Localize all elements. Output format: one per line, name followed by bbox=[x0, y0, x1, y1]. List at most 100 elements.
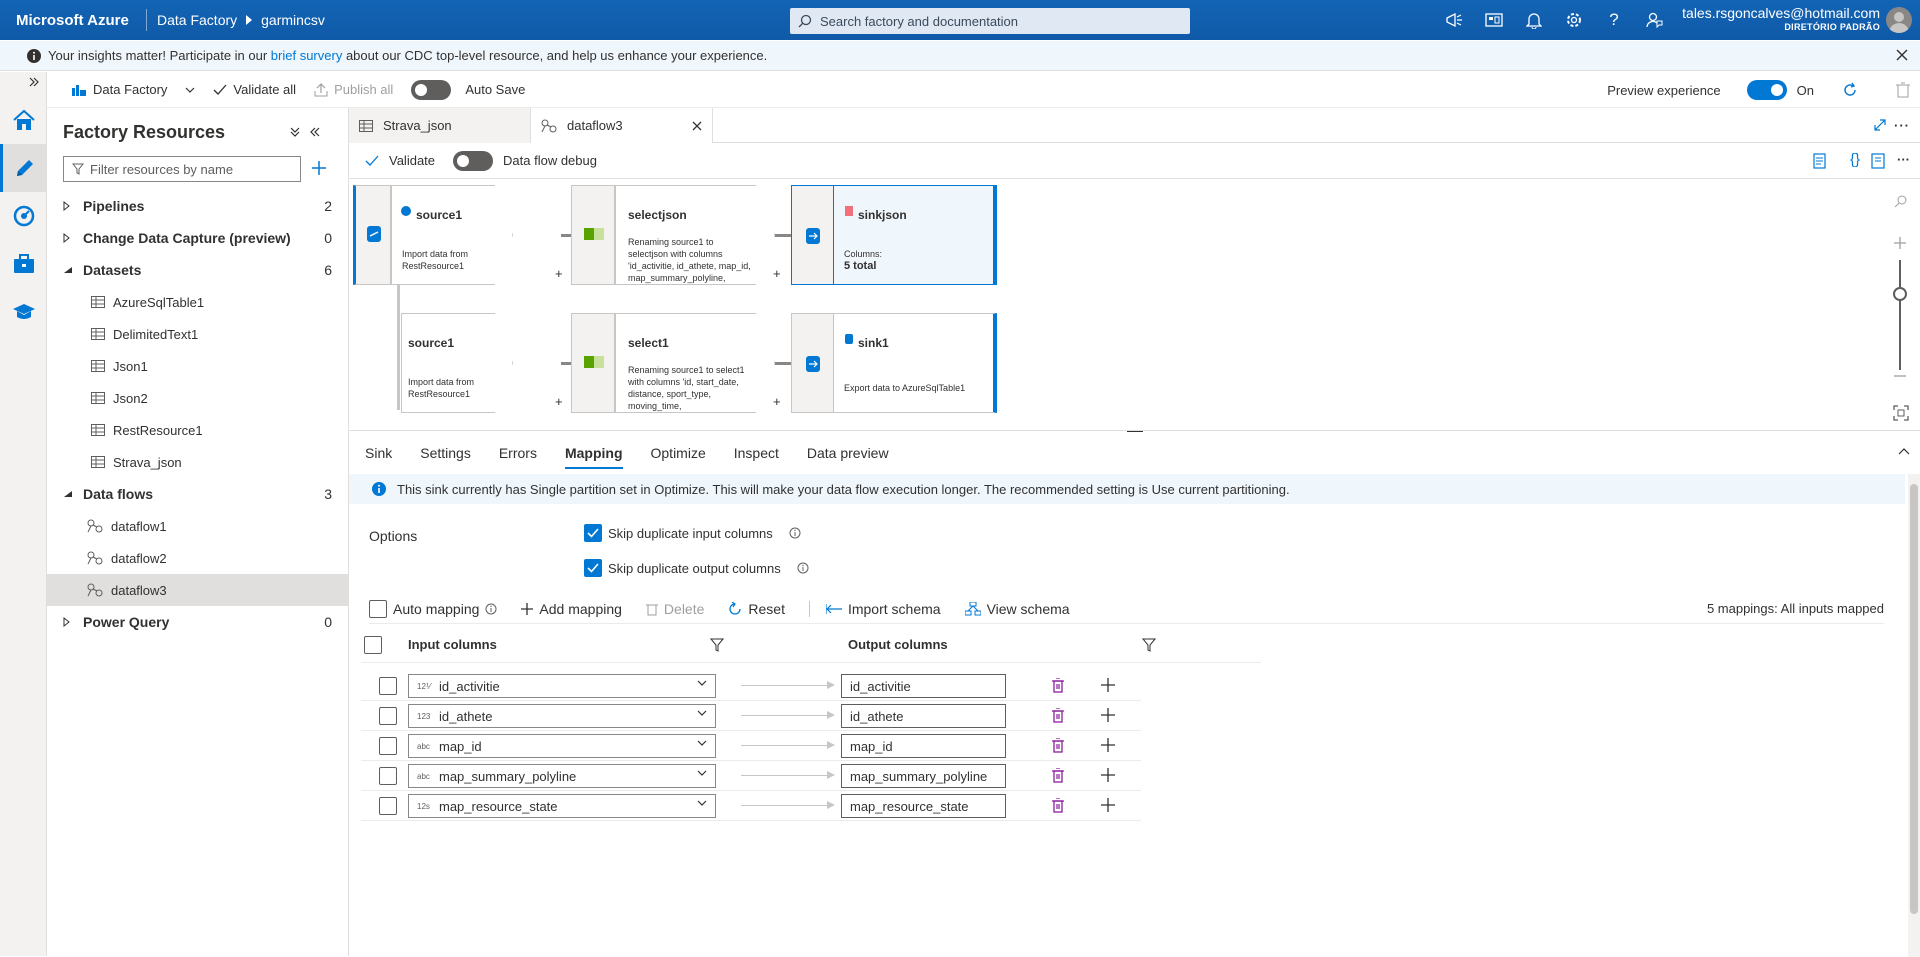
manage-toolbox-icon[interactable] bbox=[0, 240, 47, 288]
add-mapping-button[interactable]: Add mapping bbox=[521, 601, 622, 617]
delete-button[interactable]: Delete bbox=[645, 601, 704, 617]
breadcrumb-factory[interactable]: garmincsv bbox=[261, 12, 325, 28]
zoom-search-icon[interactable] bbox=[1894, 194, 1908, 208]
trash-icon[interactable] bbox=[1052, 678, 1064, 693]
plus-icon[interactable] bbox=[1101, 738, 1115, 752]
zoom-in-icon[interactable] bbox=[1893, 236, 1907, 250]
collapse-pane-icon[interactable] bbox=[310, 127, 320, 137]
selectjson-node[interactable]: selectjson Renaming source1 to selectjso… bbox=[615, 185, 775, 285]
source1-node[interactable]: source1 Import data from RestResource1 bbox=[391, 185, 513, 285]
auto-mapping-checkbox[interactable] bbox=[369, 599, 387, 618]
monitor-icon[interactable] bbox=[0, 192, 47, 240]
trash-icon[interactable] bbox=[1052, 768, 1064, 783]
tab-settings[interactable]: Settings bbox=[420, 445, 471, 469]
add-step-icon[interactable]: + bbox=[773, 394, 781, 409]
brand-label[interactable]: Microsoft Azure bbox=[0, 12, 146, 29]
tree-group-power-query[interactable]: Power Query 0 bbox=[47, 606, 348, 638]
tab-errors[interactable]: Errors bbox=[499, 445, 537, 469]
row-checkbox[interactable] bbox=[379, 737, 397, 755]
scrollbar-thumb[interactable] bbox=[1910, 484, 1918, 914]
collapse-panel-icon[interactable] bbox=[1898, 447, 1910, 455]
add-step-icon[interactable]: + bbox=[773, 266, 781, 281]
filter-icon[interactable] bbox=[1142, 638, 1156, 652]
properties-icon[interactable] bbox=[1870, 153, 1886, 169]
select-all-checkbox[interactable] bbox=[364, 635, 382, 654]
filter-icon[interactable] bbox=[710, 638, 724, 652]
select-handle[interactable] bbox=[571, 313, 615, 413]
zoom-slider-track[interactable] bbox=[1899, 260, 1901, 370]
row-checkbox[interactable] bbox=[379, 797, 397, 815]
flow-start-handle[interactable] bbox=[353, 185, 391, 285]
input-column-select[interactable]: 12⅟ id_activitie bbox=[408, 674, 716, 698]
more-icon[interactable]: ··· bbox=[1894, 118, 1910, 133]
bell-icon[interactable] bbox=[1514, 0, 1554, 40]
sinkjson-node[interactable]: sinkjson Columns: 5 total bbox=[833, 185, 997, 285]
tab-data-preview[interactable]: Data preview bbox=[807, 445, 889, 469]
plus-icon[interactable] bbox=[1101, 798, 1115, 812]
code-braces-icon[interactable]: {} bbox=[1850, 151, 1860, 168]
select1-node[interactable]: select1 Renaming source1 to select1 with… bbox=[615, 313, 775, 413]
view-schema-button[interactable]: View schema bbox=[964, 601, 1070, 617]
data-factory-dropdown[interactable]: Data Factory bbox=[71, 82, 195, 97]
info-circle-icon[interactable] bbox=[485, 603, 497, 615]
avatar[interactable] bbox=[1886, 7, 1912, 33]
dataset-item[interactable]: Json2 bbox=[47, 382, 348, 414]
sink-handle[interactable] bbox=[791, 185, 835, 285]
output-column-field[interactable]: map_id bbox=[841, 734, 1006, 758]
tab-mapping[interactable]: Mapping bbox=[564, 445, 623, 469]
dataset-item[interactable]: RestResource1 bbox=[47, 414, 348, 446]
zoom-slider-thumb[interactable] bbox=[1893, 287, 1907, 301]
home-icon[interactable] bbox=[0, 96, 47, 144]
tab-sink[interactable]: Sink bbox=[365, 445, 392, 469]
preview-experience-switch[interactable] bbox=[1746, 80, 1787, 100]
tab-dataflow3[interactable]: dataflow3 bbox=[531, 108, 713, 143]
announcement-icon[interactable] bbox=[1434, 0, 1474, 40]
dataflow-item-selected[interactable]: dataflow3 bbox=[47, 574, 348, 606]
info-circle-icon[interactable] bbox=[789, 527, 801, 539]
filter-resources-input[interactable]: Filter resources by name bbox=[63, 156, 301, 182]
feedback-icon[interactable] bbox=[1634, 0, 1674, 40]
search-input[interactable]: Search factory and documentation bbox=[790, 8, 1190, 34]
tree-group-pipelines[interactable]: Pipelines 2 bbox=[47, 190, 348, 222]
dataset-item[interactable]: Strava_json bbox=[47, 446, 348, 478]
tree-group-dataflows[interactable]: Data flows 3 bbox=[47, 478, 348, 510]
publish-all-button[interactable]: Publish all bbox=[314, 82, 393, 97]
discard-icon[interactable] bbox=[1896, 82, 1910, 98]
add-step-icon[interactable]: + bbox=[555, 394, 563, 409]
close-tab-icon[interactable] bbox=[692, 121, 702, 131]
fit-to-screen-icon[interactable] bbox=[1893, 405, 1909, 421]
auto-save-switch[interactable] bbox=[411, 79, 452, 100]
skip-output-option[interactable]: Skip duplicate output columns bbox=[584, 559, 809, 577]
trash-icon[interactable] bbox=[1052, 708, 1064, 723]
expand-icon[interactable] bbox=[29, 77, 39, 87]
import-schema-button[interactable]: Import schema bbox=[808, 600, 941, 617]
dataset-item[interactable]: Json1 bbox=[47, 350, 348, 382]
tab-inspect[interactable]: Inspect bbox=[734, 445, 779, 469]
data-flow-debug-toggle[interactable]: Data flow debug bbox=[453, 150, 597, 171]
trash-icon[interactable] bbox=[1052, 738, 1064, 753]
validate-button[interactable]: Validate bbox=[365, 153, 435, 168]
plus-icon[interactable] bbox=[1101, 768, 1115, 782]
source1-node-2[interactable]: source1 Import data from RestResource1 bbox=[401, 313, 513, 413]
script-icon[interactable] bbox=[1812, 153, 1828, 169]
input-column-select[interactable]: 123 id_athete bbox=[408, 704, 716, 728]
sink1-node[interactable]: sink1 Export data to AzureSqlTable1 bbox=[833, 313, 997, 413]
reset-button[interactable]: Reset bbox=[728, 601, 785, 617]
tree-group-datasets[interactable]: Datasets 6 bbox=[47, 254, 348, 286]
auto-save-toggle[interactable]: Auto Save bbox=[411, 79, 525, 100]
skip-input-checkbox[interactable] bbox=[584, 524, 602, 542]
output-column-field[interactable]: id_activitie bbox=[841, 674, 1006, 698]
user-account[interactable]: tales.rsgoncalves@hotmail.com DIRETÓRIO … bbox=[1682, 6, 1880, 34]
learning-icon[interactable] bbox=[0, 288, 47, 336]
sink-handle[interactable] bbox=[791, 313, 835, 413]
plus-icon[interactable] bbox=[1101, 678, 1115, 692]
add-resource-icon[interactable] bbox=[311, 160, 327, 176]
trash-icon[interactable] bbox=[1052, 798, 1064, 813]
dataflow-item[interactable]: dataflow1 bbox=[47, 510, 348, 542]
validate-all-button[interactable]: Validate all bbox=[213, 82, 296, 97]
select-handle[interactable] bbox=[571, 185, 615, 285]
debug-switch[interactable] bbox=[453, 150, 494, 171]
dataset-item[interactable]: DelimitedText1 bbox=[47, 318, 348, 350]
output-column-field[interactable]: map_resource_state bbox=[841, 794, 1006, 818]
panel-scrollbar[interactable] bbox=[1908, 474, 1920, 957]
